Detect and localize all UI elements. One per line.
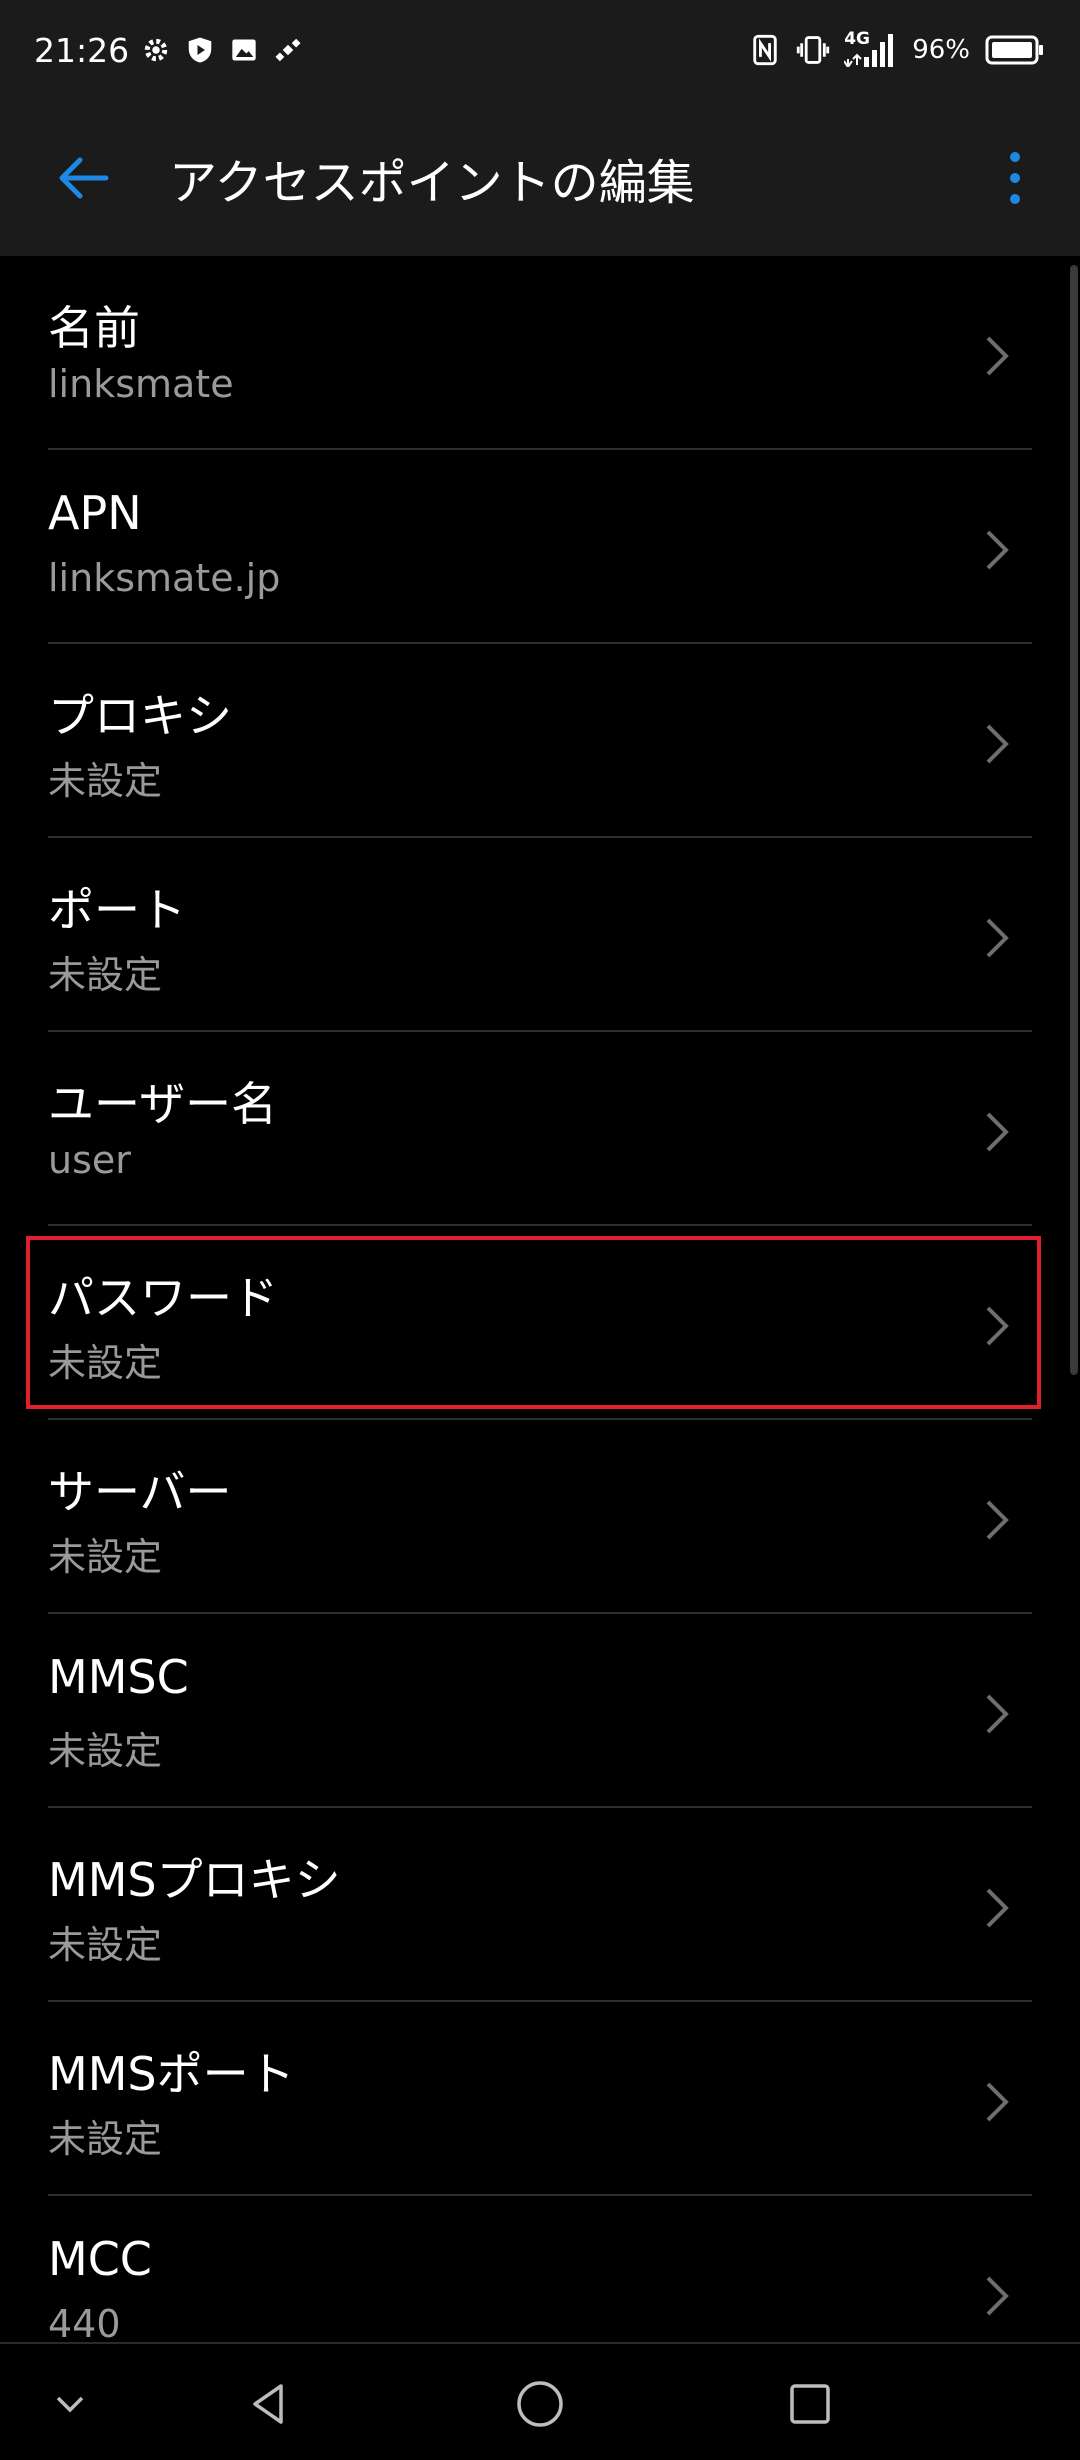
setting-proxy[interactable]: プロキシ 未設定 [48,644,1032,838]
arrow-back-icon [59,157,109,199]
network-type: 4G [844,29,870,49]
battery-icon [984,33,1046,67]
setting-title: プロキシ [48,689,232,743]
setting-apn[interactable]: APN linksmate.jp [48,450,1032,644]
setting-title: サーバー [48,1465,232,1519]
satellite-icon [271,33,305,67]
status-bar: 21:26 4G 96% [0,0,1080,100]
setting-title: ポート [48,883,186,937]
setting-mms-proxy[interactable]: MMSプロキシ 未設定 [48,1808,1032,2002]
signal-icon: 4G [844,29,898,67]
chevron-right-icon [986,1694,1009,1734]
setting-title: MMSポート [48,2047,295,2101]
settings-icon [139,33,173,67]
image-icon [227,33,261,67]
chevron-right-icon [986,2082,1009,2122]
square-recents-icon [790,2384,830,2424]
more-vertical-icon [1010,152,1020,204]
nav-back-button[interactable] [227,2362,311,2446]
status-time: 21:26 [34,30,130,70]
setting-title: ユーザー名 [48,1077,278,1131]
setting-value: 未設定 [48,1729,163,1773]
nav-home-button[interactable] [498,2362,582,2446]
chevron-right-icon [986,1888,1009,1928]
setting-value: 未設定 [48,1341,163,1385]
scrollbar[interactable] [1070,265,1078,1375]
setting-server[interactable]: サーバー 未設定 [48,1420,1032,1614]
setting-value: user [48,1138,131,1182]
setting-mms-port[interactable]: MMSポート 未設定 [48,2002,1032,2196]
setting-title: パスワード [48,1271,278,1325]
chevron-right-icon [986,1306,1009,1346]
chevron-right-icon [986,530,1009,570]
setting-value: 未設定 [48,953,163,997]
setting-value: linksmate.jp [48,556,281,600]
setting-port[interactable]: ポート 未設定 [48,838,1032,1032]
chevron-right-icon [986,724,1009,764]
page-title: アクセスポイントの編集 [169,155,695,211]
triangle-back-icon [253,2384,283,2424]
setting-value: 440 [48,2302,121,2342]
setting-value: 未設定 [48,759,163,803]
setting-mmsc[interactable]: MMSC 未設定 [48,1614,1032,1808]
apn-settings-list: 名前 linksmate APN linksmate.jp プロキシ 未設定 ポ… [0,256,1080,2342]
chevron-down-icon [56,2396,84,2413]
setting-name[interactable]: 名前 linksmate [48,256,1032,450]
setting-title: MCC [48,2232,152,2286]
battery-percent: 96% [912,35,970,65]
vibrate-icon [796,33,830,67]
app-toolbar: アクセスポイントの編集 [0,100,1080,256]
setting-title: MMSプロキシ [48,1853,341,1907]
chevron-right-icon [986,336,1009,376]
setting-title: 名前 [48,301,140,355]
setting-username[interactable]: ユーザー名 user [48,1032,1032,1226]
nav-recents-button[interactable] [768,2362,852,2446]
setting-title: APN [48,486,142,540]
setting-value: 未設定 [48,2117,163,2161]
shield-icon [183,33,217,67]
more-options-button[interactable] [990,136,1040,220]
chevron-right-icon [986,1500,1009,1540]
setting-value: 未設定 [48,1535,163,1579]
circle-home-icon [517,2381,563,2427]
setting-mcc[interactable]: MCC 440 [48,2196,1032,2342]
chevron-right-icon [986,918,1009,958]
chevron-right-icon [986,1112,1009,1152]
nfc-icon [748,33,782,67]
setting-title: MMSC [48,1650,189,1704]
setting-value: 未設定 [48,1923,163,1967]
chevron-right-icon [986,2276,1009,2316]
navigation-bar [0,2342,1080,2460]
setting-password[interactable]: パスワード 未設定 [48,1226,1032,1420]
nav-hide-button[interactable] [28,2362,112,2446]
back-button[interactable] [40,136,124,220]
setting-value: linksmate [48,362,234,406]
